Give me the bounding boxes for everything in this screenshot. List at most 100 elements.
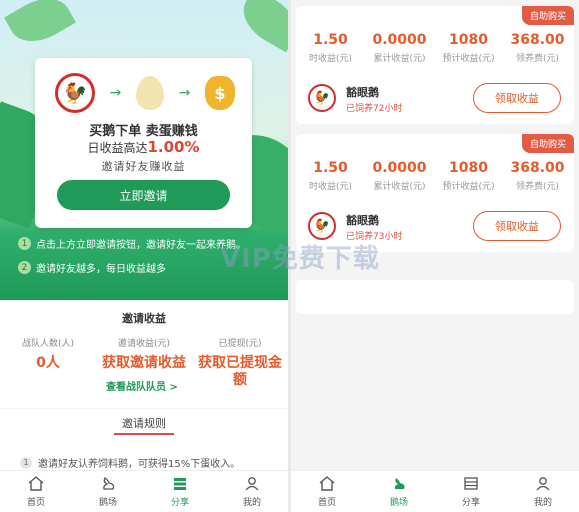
tab-label: 分享 bbox=[461, 497, 480, 508]
tip-number: 2 bbox=[18, 261, 31, 274]
stat-value: 1080 bbox=[449, 32, 488, 48]
stat-label: 领养费(元) bbox=[515, 182, 560, 192]
tab-goose-farm[interactable]: 鹅场 bbox=[72, 471, 144, 512]
card-title: 买鹅下单 卖蛋赚钱 bbox=[89, 124, 198, 139]
tab-share[interactable]: 分享 bbox=[144, 471, 216, 512]
stat-value: 1.50 bbox=[313, 32, 348, 48]
tab-home[interactable]: 首页 bbox=[0, 471, 72, 512]
stat-value: 0人 bbox=[36, 355, 60, 371]
stat-value: 获取邀请收益 bbox=[102, 355, 186, 371]
tab-label: 首页 bbox=[317, 497, 336, 508]
invite-earnings-stat: 邀请收益(元) 获取邀请收益 bbox=[96, 336, 192, 372]
stat-hourly: 1.50 时收益(元) bbox=[296, 160, 365, 192]
tab-label: 鹅场 bbox=[98, 497, 117, 508]
goose-name: 豁眼鹅 bbox=[346, 86, 379, 99]
tab-mine[interactable]: 我的 bbox=[507, 471, 579, 512]
stat-label: 已提现(元) bbox=[218, 339, 262, 349]
earning-flow: 🐓 → → $ bbox=[55, 72, 235, 114]
invite-now-button[interactable]: 立即邀请 bbox=[57, 180, 230, 210]
order-card: 自助购买 1.50 时收益(元) 0.0000 累计收益(元) 1080 预计收… bbox=[296, 6, 574, 124]
stat-label: 时收益(元) bbox=[308, 54, 353, 64]
raised-duration: 已饲养72小时 bbox=[346, 104, 403, 114]
collect-earnings-button[interactable]: 领取收益 bbox=[473, 211, 561, 241]
stat-adoption-fee: 368.00 领养费(元) bbox=[503, 32, 572, 64]
rules-tab[interactable]: 邀请规则 bbox=[0, 415, 288, 431]
team-count-stat: 战队人数(人) 0人 bbox=[0, 336, 96, 372]
stat-expected: 1080 预计收益(元) bbox=[434, 160, 503, 192]
stat-value: 0.0000 bbox=[372, 160, 427, 176]
watermark: VIP免费下载 bbox=[220, 244, 380, 274]
purchase-badge: 自助购买 bbox=[521, 6, 574, 25]
egg-icon bbox=[135, 76, 164, 110]
tab-goose-farm[interactable]: 鹅场 bbox=[363, 471, 435, 512]
stat-value: 368.00 bbox=[510, 160, 565, 176]
tip-item: 1 点击上方立即邀请按钮，邀请好友一起来养鹅。 bbox=[18, 236, 246, 251]
tip-text: 邀请好友越多，每日收益越多 bbox=[36, 264, 166, 275]
goose-farm-icon bbox=[99, 476, 117, 492]
stat-value: 368.00 bbox=[510, 32, 565, 48]
stat-label: 累计收益(元) bbox=[373, 54, 426, 64]
stat-hourly: 1.50 时收益(元) bbox=[296, 32, 365, 64]
stat-label: 时收益(元) bbox=[308, 182, 353, 192]
goose-farm-icon bbox=[390, 476, 408, 492]
stat-label: 累计收益(元) bbox=[373, 182, 426, 192]
rule-item: 1 邀请好友认养饲料鹅，可获得15%下蛋收入。 bbox=[20, 455, 240, 470]
user-icon bbox=[243, 476, 261, 492]
tip-item: 2 邀请好友越多，每日收益越多 bbox=[18, 260, 166, 275]
rate-prefix: 日收益高达 bbox=[87, 141, 148, 155]
user-icon bbox=[534, 476, 552, 492]
stat-value: 1.50 bbox=[313, 160, 348, 176]
leaf-decoration bbox=[4, 0, 76, 53]
tab-underline bbox=[114, 433, 174, 435]
stat-accumulated: 0.0000 累计收益(元) bbox=[365, 160, 434, 192]
withdrawn-stat: 已提现(元) 获取已提现金额 bbox=[192, 336, 288, 389]
share-icon bbox=[462, 476, 480, 492]
rate-value: 1.00% bbox=[147, 138, 200, 156]
arrow-right-icon: → bbox=[109, 85, 122, 101]
tab-mine[interactable]: 我的 bbox=[216, 471, 288, 512]
tab-share[interactable]: 分享 bbox=[435, 471, 507, 512]
stat-label: 战队人数(人) bbox=[21, 339, 75, 349]
tab-label: 首页 bbox=[26, 497, 45, 508]
goose-name: 豁眼鹅 bbox=[346, 214, 379, 227]
earnings-panel: 邀请收益 战队人数(人) 0人 邀请收益(元) 获取邀请收益 已提现(元) 获取… bbox=[0, 300, 288, 408]
card-subtitle: 邀请好友赚收益 bbox=[101, 160, 186, 173]
goose-icon: 🐓 bbox=[55, 73, 95, 113]
earnings-title: 邀请收益 bbox=[122, 312, 166, 325]
stat-value: 获取已提现金额 bbox=[198, 355, 282, 388]
tab-label: 我的 bbox=[533, 497, 552, 508]
stat-expected: 1080 预计收益(元) bbox=[434, 32, 503, 64]
order-card: 自助购买 1.50 时收益(元) 0.0000 累计收益(元) 1080 预计收… bbox=[296, 134, 574, 252]
share-icon bbox=[171, 476, 189, 492]
purchase-badge: 自助购买 bbox=[521, 134, 574, 153]
goose-icon: 🐓 bbox=[308, 212, 336, 240]
stat-label: 预计收益(元) bbox=[442, 182, 495, 192]
home-icon bbox=[318, 476, 336, 492]
money-bag-icon: $ bbox=[204, 76, 235, 110]
bottom-tab-bar: 首页 鹅场 分享 我的 bbox=[291, 470, 579, 512]
stat-accumulated: 0.0000 累计收益(元) bbox=[365, 32, 434, 64]
view-team-link[interactable]: 查看战队队员 > bbox=[106, 378, 178, 393]
bottom-tab-bar: 首页 鹅场 分享 我的 bbox=[0, 470, 288, 512]
leaf-decoration bbox=[234, 0, 288, 53]
goose-icon: 🐓 bbox=[308, 84, 336, 112]
stat-label: 邀请收益(元) bbox=[117, 339, 171, 349]
rule-text: 邀请好友认养饲料鹅，可获得15%下蛋收入。 bbox=[38, 459, 241, 470]
arrow-right-icon: → bbox=[178, 85, 191, 101]
rules-panel: 邀请规则 1 邀请好友认养饲料鹅，可获得15%下蛋收入。 bbox=[0, 409, 288, 471]
daily-rate: 日收益高达1.00% bbox=[35, 138, 252, 156]
rule-number: 1 bbox=[20, 456, 32, 469]
tab-label: 我的 bbox=[242, 497, 261, 508]
stat-value: 1080 bbox=[449, 160, 488, 176]
home-icon bbox=[27, 476, 45, 492]
stat-value: 0.0000 bbox=[372, 32, 427, 48]
stat-label: 预计收益(元) bbox=[442, 54, 495, 64]
stat-adoption-fee: 368.00 领养费(元) bbox=[503, 160, 572, 192]
tip-number: 1 bbox=[18, 237, 31, 250]
stat-label: 领养费(元) bbox=[515, 54, 560, 64]
tab-home[interactable]: 首页 bbox=[291, 471, 363, 512]
empty-card bbox=[296, 280, 574, 314]
collect-earnings-button[interactable]: 领取收益 bbox=[473, 83, 561, 113]
tab-label: 分享 bbox=[170, 497, 189, 508]
tab-label: 鹅场 bbox=[389, 497, 408, 508]
